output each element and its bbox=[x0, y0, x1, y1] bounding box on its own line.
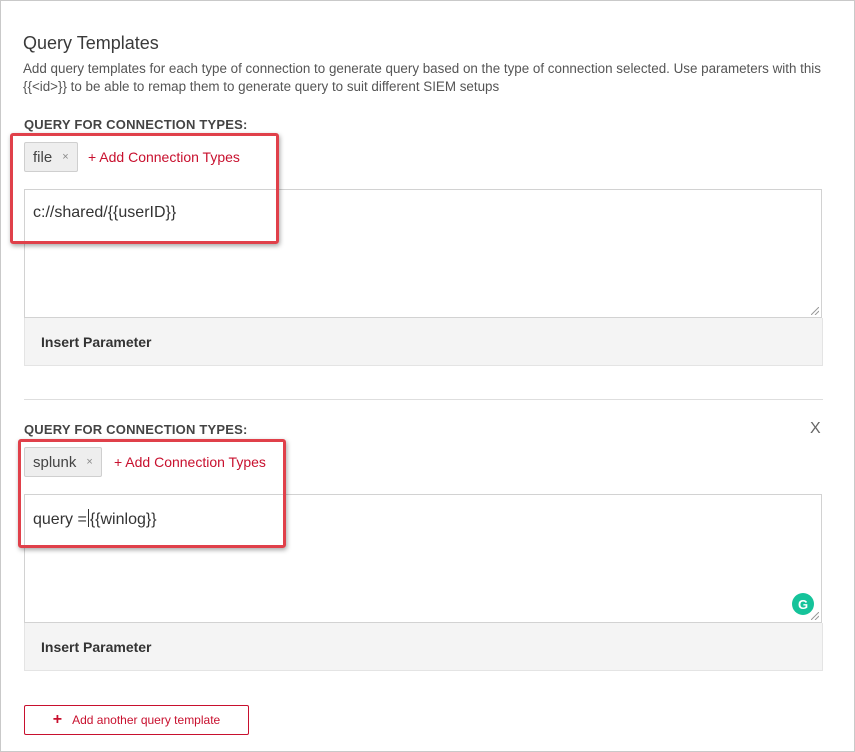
page-title: Query Templates bbox=[23, 33, 159, 53]
text-caret bbox=[87, 509, 89, 527]
template-1-label: QUERY FOR CONNECTION TYPES: bbox=[24, 117, 248, 132]
add-connection-types-link[interactable]: + Add Connection Types bbox=[88, 149, 240, 165]
insert-parameter-button-2[interactable]: Insert Parameter bbox=[24, 623, 823, 671]
chip-label: splunk bbox=[33, 453, 77, 471]
resize-handle-icon[interactable] bbox=[811, 307, 819, 315]
remove-template-button[interactable]: X bbox=[810, 420, 821, 438]
query-editor-2[interactable]: query = {{winlog}} bbox=[24, 494, 822, 623]
template-2-label: QUERY FOR CONNECTION TYPES: bbox=[24, 422, 248, 437]
divider bbox=[24, 399, 823, 400]
connection-type-chip-splunk: splunk × bbox=[24, 447, 102, 477]
add-query-template-button[interactable]: + Add another query template bbox=[24, 705, 249, 735]
chip-remove-icon[interactable]: × bbox=[62, 151, 68, 163]
page-description: Add query templates for each type of con… bbox=[23, 61, 821, 94]
connection-type-chip-file: file × bbox=[24, 142, 78, 172]
query-text: query = {{winlog}} bbox=[33, 509, 157, 528]
plus-icon: + bbox=[52, 711, 63, 728]
add-connection-types-link[interactable]: + Add Connection Types bbox=[114, 454, 266, 470]
chip-remove-icon[interactable]: × bbox=[86, 456, 92, 468]
add-query-template-label: Add another query template bbox=[72, 713, 221, 727]
insert-parameter-button-1[interactable]: Insert Parameter bbox=[24, 318, 823, 366]
chip-label: file bbox=[33, 148, 53, 166]
query-editor-1[interactable]: c://shared/{{userID}} bbox=[24, 189, 822, 318]
query-text: c://shared/{{userID}} bbox=[33, 204, 177, 221]
grammarly-icon[interactable]: G bbox=[792, 593, 814, 615]
resize-handle-icon[interactable] bbox=[811, 612, 819, 620]
